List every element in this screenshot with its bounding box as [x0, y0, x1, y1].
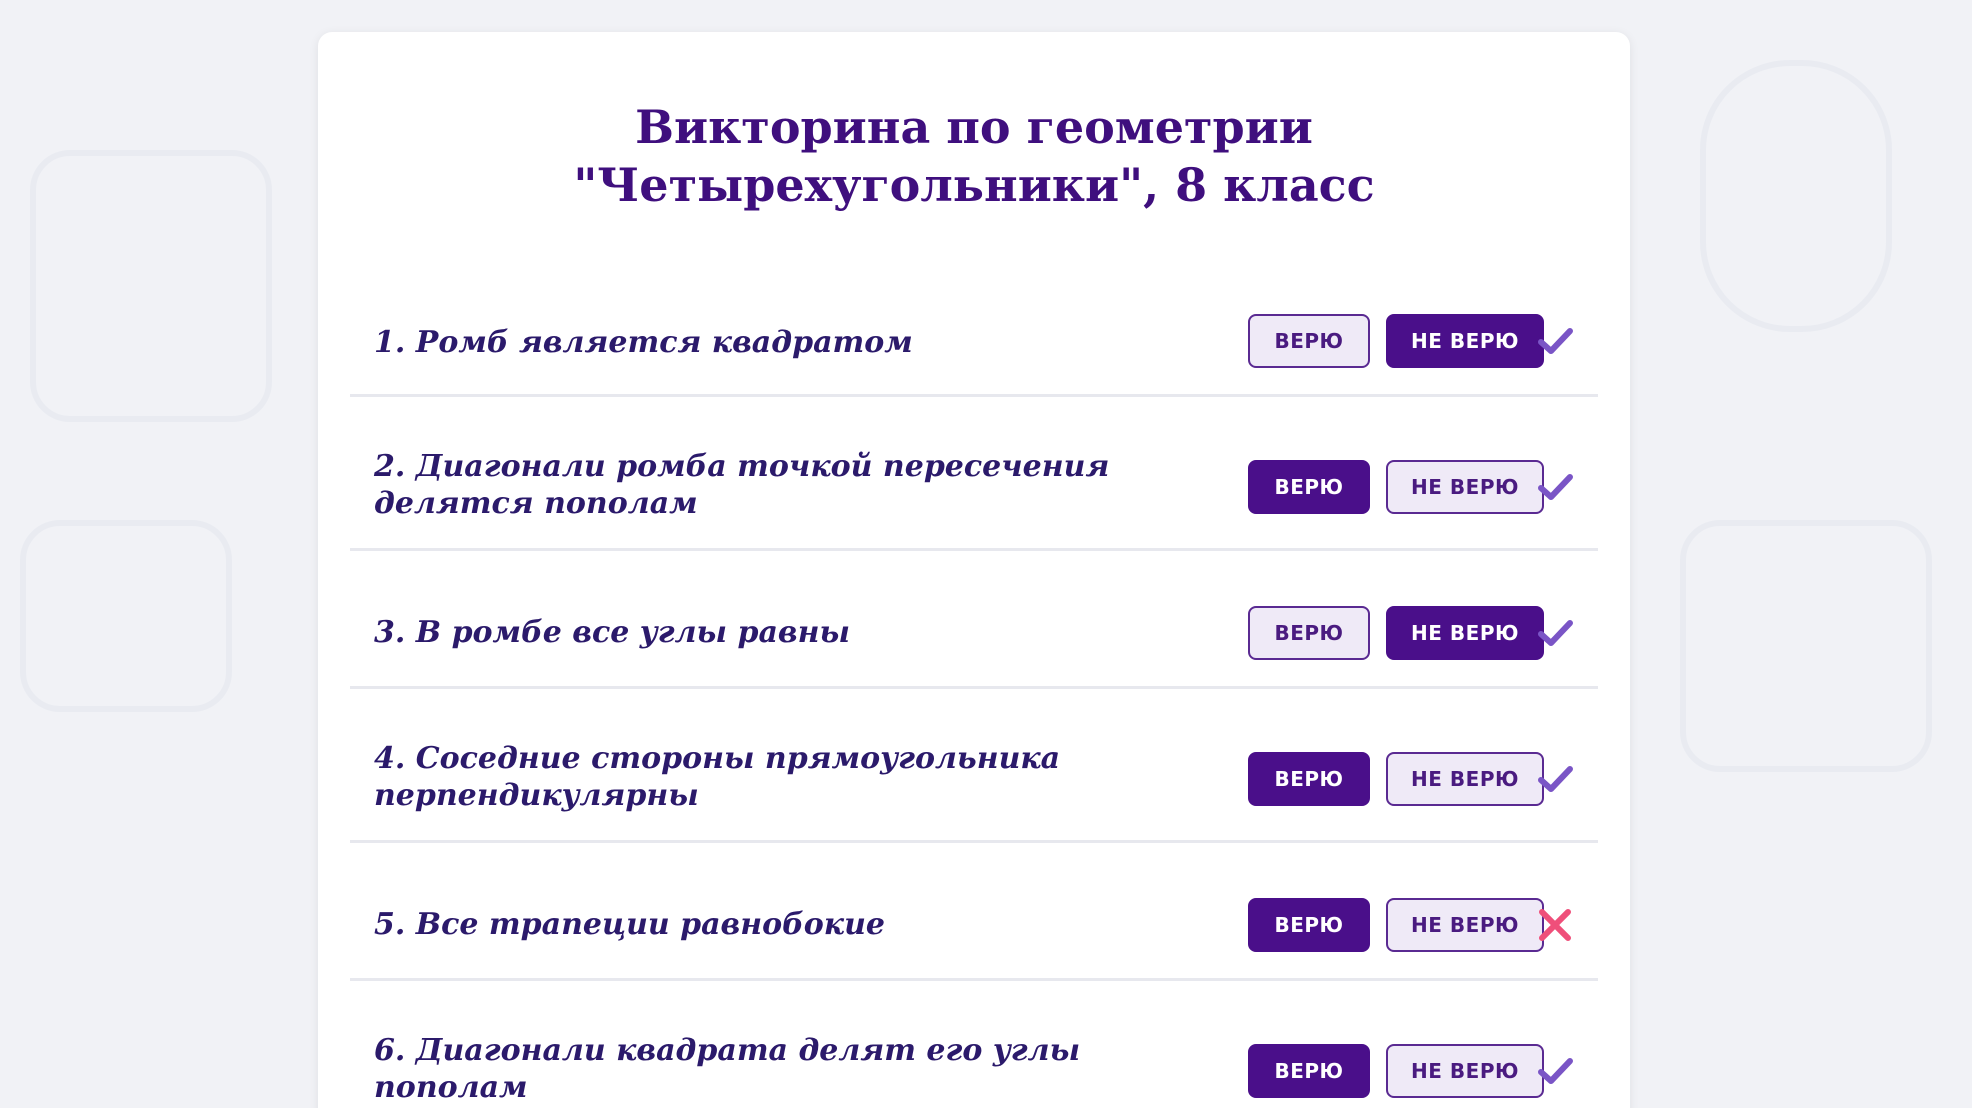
question-row: 1. Ромб является квадратом ВЕРЮ НЕ ВЕРЮ: [350, 278, 1598, 397]
check-icon: [1538, 328, 1573, 354]
check-icon: [1538, 474, 1573, 500]
question-text: 5. Все трапеции равнобокие: [374, 907, 886, 942]
background-doodle: [1680, 520, 1932, 772]
background-doodle: [30, 150, 272, 422]
believe-button[interactable]: ВЕРЮ: [1248, 314, 1370, 368]
question-text: 1. Ромб является квадратом: [374, 325, 913, 360]
background-doodle: [1700, 60, 1892, 332]
check-icon: [1538, 1058, 1573, 1084]
check-icon: [1538, 620, 1573, 646]
check-icon: [1538, 766, 1573, 792]
not-believe-button[interactable]: НЕ ВЕРЮ: [1386, 752, 1544, 806]
question-text: 4. Соседние стороны прямоугольника перпе…: [374, 741, 1061, 813]
quiz-card: Викторина по геометрии "Четырехугольники…: [318, 32, 1630, 1108]
believe-button[interactable]: ВЕРЮ: [1248, 898, 1370, 952]
question-row: 4. Соседние стороны прямоугольника перпе…: [350, 686, 1598, 843]
background-doodle: [20, 520, 232, 712]
question-row: 2. Диагонали ромба точкой пересечения де…: [350, 394, 1598, 551]
quiz-title-line-1: Викторина по геометрии: [635, 100, 1313, 154]
believe-button[interactable]: ВЕРЮ: [1248, 606, 1370, 660]
question-row: 6. Диагонали квадрата делят его углы поп…: [350, 978, 1598, 1108]
not-believe-button[interactable]: НЕ ВЕРЮ: [1386, 898, 1544, 952]
cross-icon: [1539, 909, 1571, 941]
question-text: 6. Диагонали квадрата делят его углы поп…: [374, 1033, 1081, 1105]
believe-button[interactable]: ВЕРЮ: [1248, 460, 1370, 514]
believe-button[interactable]: ВЕРЮ: [1248, 752, 1370, 806]
question-row: 5. Все трапеции равнобокие ВЕРЮ НЕ ВЕРЮ: [350, 840, 1598, 981]
believe-button[interactable]: ВЕРЮ: [1248, 1044, 1370, 1098]
not-believe-button[interactable]: НЕ ВЕРЮ: [1386, 1044, 1544, 1098]
quiz-title-line-2: "Четырехугольники", 8 класс: [573, 158, 1375, 212]
question-text: 2. Диагонали ромба точкой пересечения де…: [374, 449, 1110, 521]
not-believe-button[interactable]: НЕ ВЕРЮ: [1386, 314, 1544, 368]
question-text: 3. В ромбе все углы равны: [374, 615, 851, 650]
quiz-title: Викторина по геометрии "Четырехугольники…: [318, 98, 1630, 214]
question-row: 3. В ромбе все углы равны ВЕРЮ НЕ ВЕРЮ: [350, 548, 1598, 689]
not-believe-button[interactable]: НЕ ВЕРЮ: [1386, 460, 1544, 514]
not-believe-button[interactable]: НЕ ВЕРЮ: [1386, 606, 1544, 660]
